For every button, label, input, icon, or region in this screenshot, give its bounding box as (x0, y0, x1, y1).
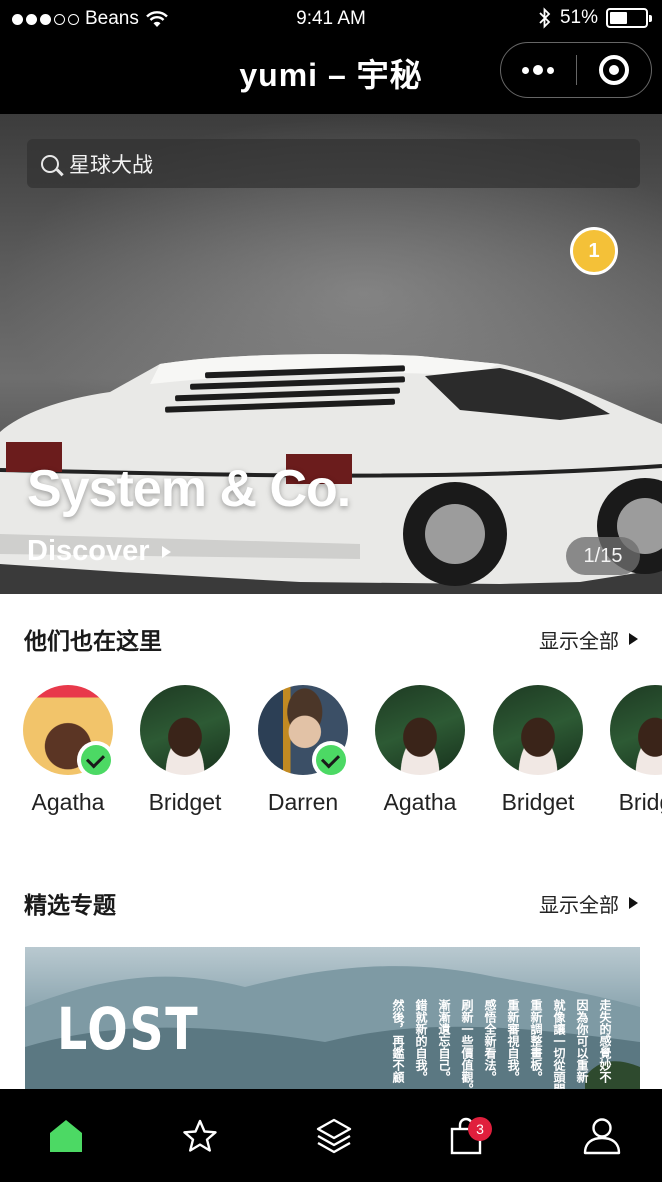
text-column: 刷新一些價值觀。 (460, 999, 474, 1092)
text-column: 重新審視自我。 (506, 999, 520, 1083)
notification-badge[interactable]: 1 (570, 227, 618, 275)
caret-right-icon (629, 633, 638, 645)
home-icon (50, 1119, 82, 1152)
person-card[interactable]: Darren (243, 685, 363, 816)
more-button[interactable] (501, 43, 576, 97)
text-column: 因為你可以重新 (575, 999, 589, 1083)
tab-favorites[interactable] (160, 1089, 240, 1182)
layers-icon (316, 1118, 352, 1153)
tab-collections[interactable] (294, 1089, 374, 1182)
tab-bar: 3 (0, 1089, 662, 1182)
search-query: 星球大战 (69, 153, 153, 177)
miniprogram-capsule (500, 42, 652, 98)
person-card[interactable]: Bridget (595, 685, 662, 816)
text-column: 錯就新的自我。 (414, 999, 428, 1083)
featured-section-header: 精选专题 显示全部 (24, 886, 638, 920)
bluetooth-icon (539, 7, 551, 29)
caret-right-icon (161, 545, 171, 558)
close-button[interactable] (577, 43, 652, 97)
person-name: Agatha (383, 789, 457, 815)
person-name: Bridget (148, 789, 222, 815)
avatar (610, 685, 662, 775)
people-section-header: 他们也在这里 显示全部 (24, 622, 638, 656)
card-title: LOST (57, 995, 200, 1063)
text-column: 漸漸遺忘自己。 (437, 999, 451, 1083)
star-icon (183, 1119, 217, 1152)
person-card[interactable]: Bridget (125, 685, 245, 816)
show-all-link[interactable]: 显示全部 (539, 889, 638, 918)
person-name: Bridget (618, 789, 662, 815)
discover-link[interactable]: Discover (27, 535, 171, 568)
show-all-link[interactable]: 显示全部 (539, 625, 638, 654)
people-carousel[interactable]: Agatha Bridget Darren Agatha Bridget Bri… (0, 685, 662, 825)
profile-icon (583, 1117, 621, 1154)
discover-label: Discover (27, 535, 150, 567)
top-bar: Beans 9:41 AM 51% yumi – 宇秘 (0, 0, 662, 114)
person-card[interactable]: Bridget (478, 685, 598, 816)
search-icon (41, 154, 59, 173)
person-card[interactable]: Agatha (360, 685, 480, 816)
section-title: 他们也在这里 (24, 628, 162, 654)
avatar (493, 685, 583, 775)
person-name: Bridget (501, 789, 575, 815)
section-title: 精选专题 (24, 892, 116, 918)
text-column: 就像讓一切從頭開 (552, 999, 566, 1092)
caret-right-icon (629, 897, 638, 909)
avatar (375, 685, 465, 775)
cart-count-badge: 3 (468, 1117, 492, 1141)
text-column: 然後，再鑑不顧 (391, 999, 405, 1083)
person-name: Darren (267, 789, 339, 815)
target-icon (598, 55, 629, 85)
show-all-label: 显示全部 (539, 630, 619, 653)
text-column: 感悟全新看法。 (483, 999, 497, 1083)
hero-banner[interactable]: 星球大战 1 System & Co. Discover 1/15 (0, 114, 662, 594)
text-column: 重新調整畫板。 (529, 999, 543, 1083)
verified-check-icon (312, 741, 350, 779)
tab-cart[interactable]: 3 (426, 1089, 506, 1182)
status-bar: Beans 9:41 AM 51% (0, 0, 662, 40)
text-column: 走失的感覺妙不 (598, 999, 612, 1083)
person-name: Agatha (31, 789, 105, 815)
search-input[interactable]: 星球大战 (27, 139, 640, 188)
hero-title: System & Co. (27, 460, 351, 518)
battery-percent: 51% (559, 7, 598, 28)
battery-icon (606, 8, 652, 28)
card-text: 走失的感覺妙不 因為你可以重新 就像讓一切從頭開 重新調整畫板。 重新審視自我。… (391, 999, 612, 1092)
avatar (140, 685, 230, 775)
person-card[interactable]: Agatha (8, 685, 128, 816)
tab-profile[interactable] (562, 1089, 642, 1182)
show-all-label: 显示全部 (539, 894, 619, 917)
verified-check-icon (77, 741, 115, 779)
page-indicator: 1/15 (566, 537, 640, 575)
featured-card[interactable]: LOST 走失的感覺妙不 因為你可以重新 就像讓一切從頭開 重新調整畫板。 重新… (25, 947, 640, 1092)
tab-home[interactable] (26, 1089, 106, 1182)
